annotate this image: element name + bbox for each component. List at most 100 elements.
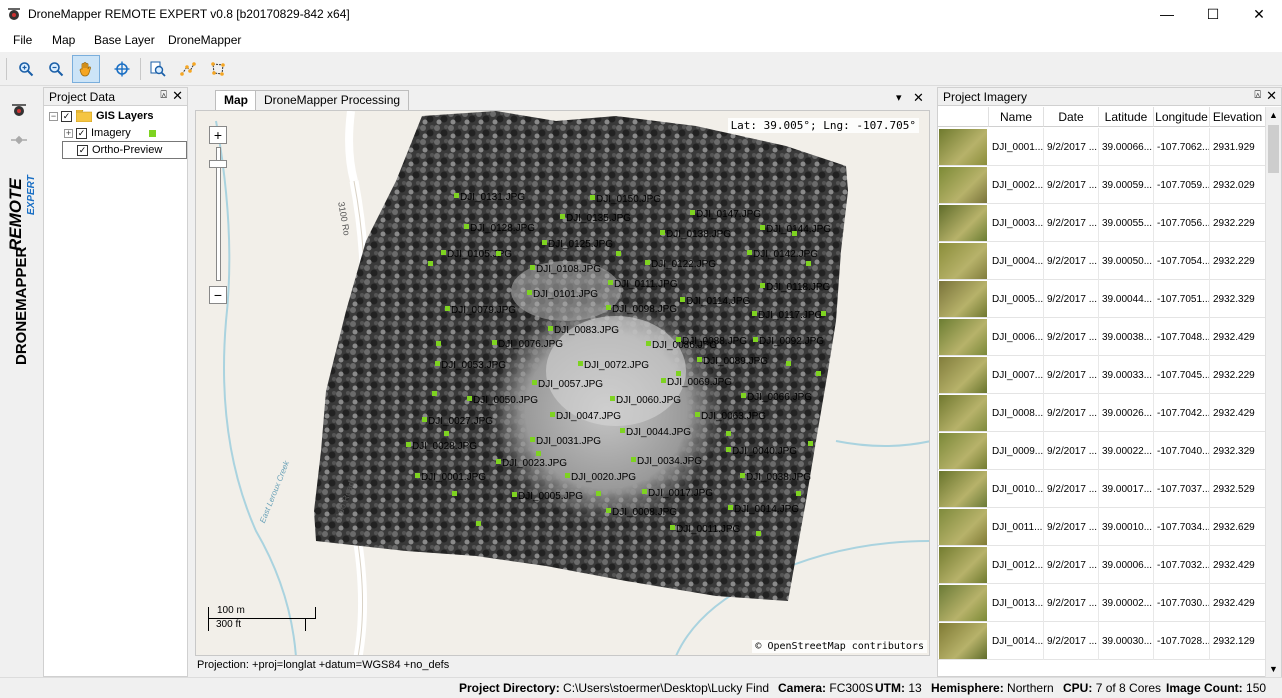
zoom-out-tool[interactable] bbox=[44, 57, 68, 81]
image-marker[interactable] bbox=[550, 412, 555, 417]
image-marker[interactable] bbox=[753, 337, 758, 342]
table-row[interactable]: DJI_0006... 9/2/2017 ... 39.00038... -107.7… bbox=[938, 318, 1266, 356]
image-marker[interactable] bbox=[422, 417, 427, 422]
image-marker[interactable] bbox=[532, 380, 537, 385]
image-marker[interactable] bbox=[606, 305, 611, 310]
image-thumbnail[interactable] bbox=[939, 281, 987, 317]
pin-icon[interactable]: ⍓ bbox=[160, 89, 167, 102]
scroll-down-arrow[interactable]: ▼ bbox=[1269, 664, 1278, 674]
image-marker[interactable] bbox=[726, 447, 731, 452]
image-marker[interactable] bbox=[695, 412, 700, 417]
image-marker[interactable] bbox=[786, 361, 791, 366]
image-marker[interactable] bbox=[444, 431, 449, 436]
scroll-up-arrow[interactable]: ▲ bbox=[1269, 110, 1278, 120]
image-thumbnail[interactable] bbox=[939, 243, 987, 279]
menu-map[interactable]: Map bbox=[52, 33, 75, 47]
image-marker[interactable] bbox=[415, 473, 420, 478]
image-marker[interactable] bbox=[530, 265, 535, 270]
image-marker[interactable] bbox=[680, 297, 685, 302]
locate-tool[interactable] bbox=[110, 57, 134, 81]
image-marker[interactable] bbox=[476, 521, 481, 526]
table-row[interactable]: DJI_0004... 9/2/2017 ... 39.00050... -107.7… bbox=[938, 242, 1266, 280]
image-marker[interactable] bbox=[454, 193, 459, 198]
image-marker[interactable] bbox=[428, 261, 433, 266]
table-row[interactable]: DJI_0007... 9/2/2017 ... 39.00033... -107.7… bbox=[938, 356, 1266, 394]
menu-file[interactable]: File bbox=[13, 33, 32, 47]
image-marker[interactable] bbox=[821, 311, 826, 316]
image-thumbnail[interactable] bbox=[939, 623, 987, 659]
image-thumbnail[interactable] bbox=[939, 357, 987, 393]
image-marker[interactable] bbox=[578, 361, 583, 366]
zoom-in-button[interactable]: + bbox=[209, 126, 227, 144]
image-thumbnail[interactable] bbox=[939, 129, 987, 165]
tree-item-gis-layers[interactable]: − ✓ GIS Layers bbox=[49, 107, 153, 125]
column-latitude[interactable]: Latitude bbox=[1099, 107, 1154, 127]
image-thumbnail[interactable] bbox=[939, 547, 987, 583]
image-marker[interactable] bbox=[496, 251, 501, 256]
menu-dronemapper[interactable]: DroneMapper bbox=[168, 33, 241, 47]
table-row[interactable]: DJI_0001... 9/2/2017 ... 39.00066... -107.7… bbox=[938, 128, 1266, 166]
column-name[interactable]: Name bbox=[989, 107, 1044, 127]
table-row[interactable]: DJI_0014... 9/2/2017 ... 39.00030... -107.7… bbox=[938, 622, 1266, 660]
image-marker[interactable] bbox=[631, 457, 636, 462]
zoom-in-tool[interactable] bbox=[14, 57, 38, 81]
image-thumbnail[interactable] bbox=[939, 167, 987, 203]
tree-item-ortho-preview[interactable]: ✓ Ortho-Preview bbox=[62, 141, 187, 159]
image-marker[interactable] bbox=[760, 225, 765, 230]
menu-base-layer[interactable]: Base Layer bbox=[94, 33, 155, 47]
zoom-slider-handle[interactable] bbox=[209, 160, 227, 168]
image-marker[interactable] bbox=[560, 214, 565, 219]
image-marker[interactable] bbox=[452, 491, 457, 496]
image-marker[interactable] bbox=[747, 250, 752, 255]
tab-map[interactable]: Map bbox=[215, 90, 257, 110]
minimize-button[interactable]: — bbox=[1144, 0, 1190, 28]
image-marker[interactable] bbox=[435, 361, 440, 366]
image-marker[interactable] bbox=[661, 378, 666, 383]
image-marker[interactable] bbox=[512, 492, 517, 497]
image-marker[interactable] bbox=[726, 431, 731, 436]
image-marker[interactable] bbox=[806, 261, 811, 266]
image-thumbnail[interactable] bbox=[939, 433, 987, 469]
image-thumbnail[interactable] bbox=[939, 319, 987, 355]
maximize-button[interactable]: ☐ bbox=[1190, 0, 1236, 28]
measure-area-tool[interactable] bbox=[206, 57, 230, 81]
image-marker[interactable] bbox=[436, 341, 441, 346]
image-thumbnail[interactable] bbox=[939, 205, 987, 241]
column-date[interactable]: Date bbox=[1044, 107, 1099, 127]
image-marker[interactable] bbox=[646, 341, 651, 346]
image-marker[interactable] bbox=[792, 231, 797, 236]
image-thumbnail[interactable] bbox=[939, 509, 987, 545]
table-row[interactable]: DJI_0011... 9/2/2017 ... 39.00010... -107.7… bbox=[938, 508, 1266, 546]
image-marker[interactable] bbox=[620, 428, 625, 433]
image-marker[interactable] bbox=[616, 251, 621, 256]
map-canvas[interactable]: DJI_0131.JPG DJI_0150.JPG DJI_0135.JPG DJI_… bbox=[195, 110, 930, 656]
table-row[interactable]: DJI_0012... 9/2/2017 ... 39.00006... -107.7… bbox=[938, 546, 1266, 584]
image-marker[interactable] bbox=[676, 371, 681, 376]
image-marker[interactable] bbox=[741, 393, 746, 398]
image-marker[interactable] bbox=[596, 491, 601, 496]
drone-tool-button[interactable] bbox=[10, 101, 28, 122]
close-icon[interactable]: ✕ bbox=[1266, 88, 1277, 104]
zoom-out-button[interactable]: − bbox=[209, 286, 227, 304]
column-elevation[interactable]: Elevation bbox=[1210, 107, 1266, 127]
scroll-thumb[interactable] bbox=[1268, 125, 1279, 173]
image-marker[interactable] bbox=[590, 195, 595, 200]
image-marker[interactable] bbox=[565, 473, 570, 478]
image-marker[interactable] bbox=[608, 280, 613, 285]
image-marker[interactable] bbox=[645, 260, 650, 265]
expand-icon[interactable]: + bbox=[64, 128, 73, 138]
identify-tool[interactable] bbox=[146, 57, 170, 81]
image-marker[interactable] bbox=[432, 391, 437, 396]
map-svg[interactable]: DJI_0131.JPG DJI_0150.JPG DJI_0135.JPG DJI_… bbox=[196, 111, 930, 656]
table-row[interactable]: DJI_0005... 9/2/2017 ... 39.00044... -107.7… bbox=[938, 280, 1266, 318]
vertical-scrollbar[interactable]: ▲ ▼ bbox=[1265, 107, 1281, 677]
image-marker[interactable] bbox=[530, 437, 535, 442]
image-marker[interactable] bbox=[610, 396, 615, 401]
image-marker[interactable] bbox=[760, 283, 765, 288]
close-icon[interactable]: ✕ bbox=[172, 88, 183, 104]
column-longitude[interactable]: Longitude bbox=[1154, 107, 1210, 127]
column-thumbnail[interactable] bbox=[938, 107, 989, 127]
image-marker[interactable] bbox=[676, 337, 681, 342]
image-marker[interactable] bbox=[816, 371, 821, 376]
checkbox-ortho-preview[interactable]: ✓ bbox=[77, 144, 88, 156]
